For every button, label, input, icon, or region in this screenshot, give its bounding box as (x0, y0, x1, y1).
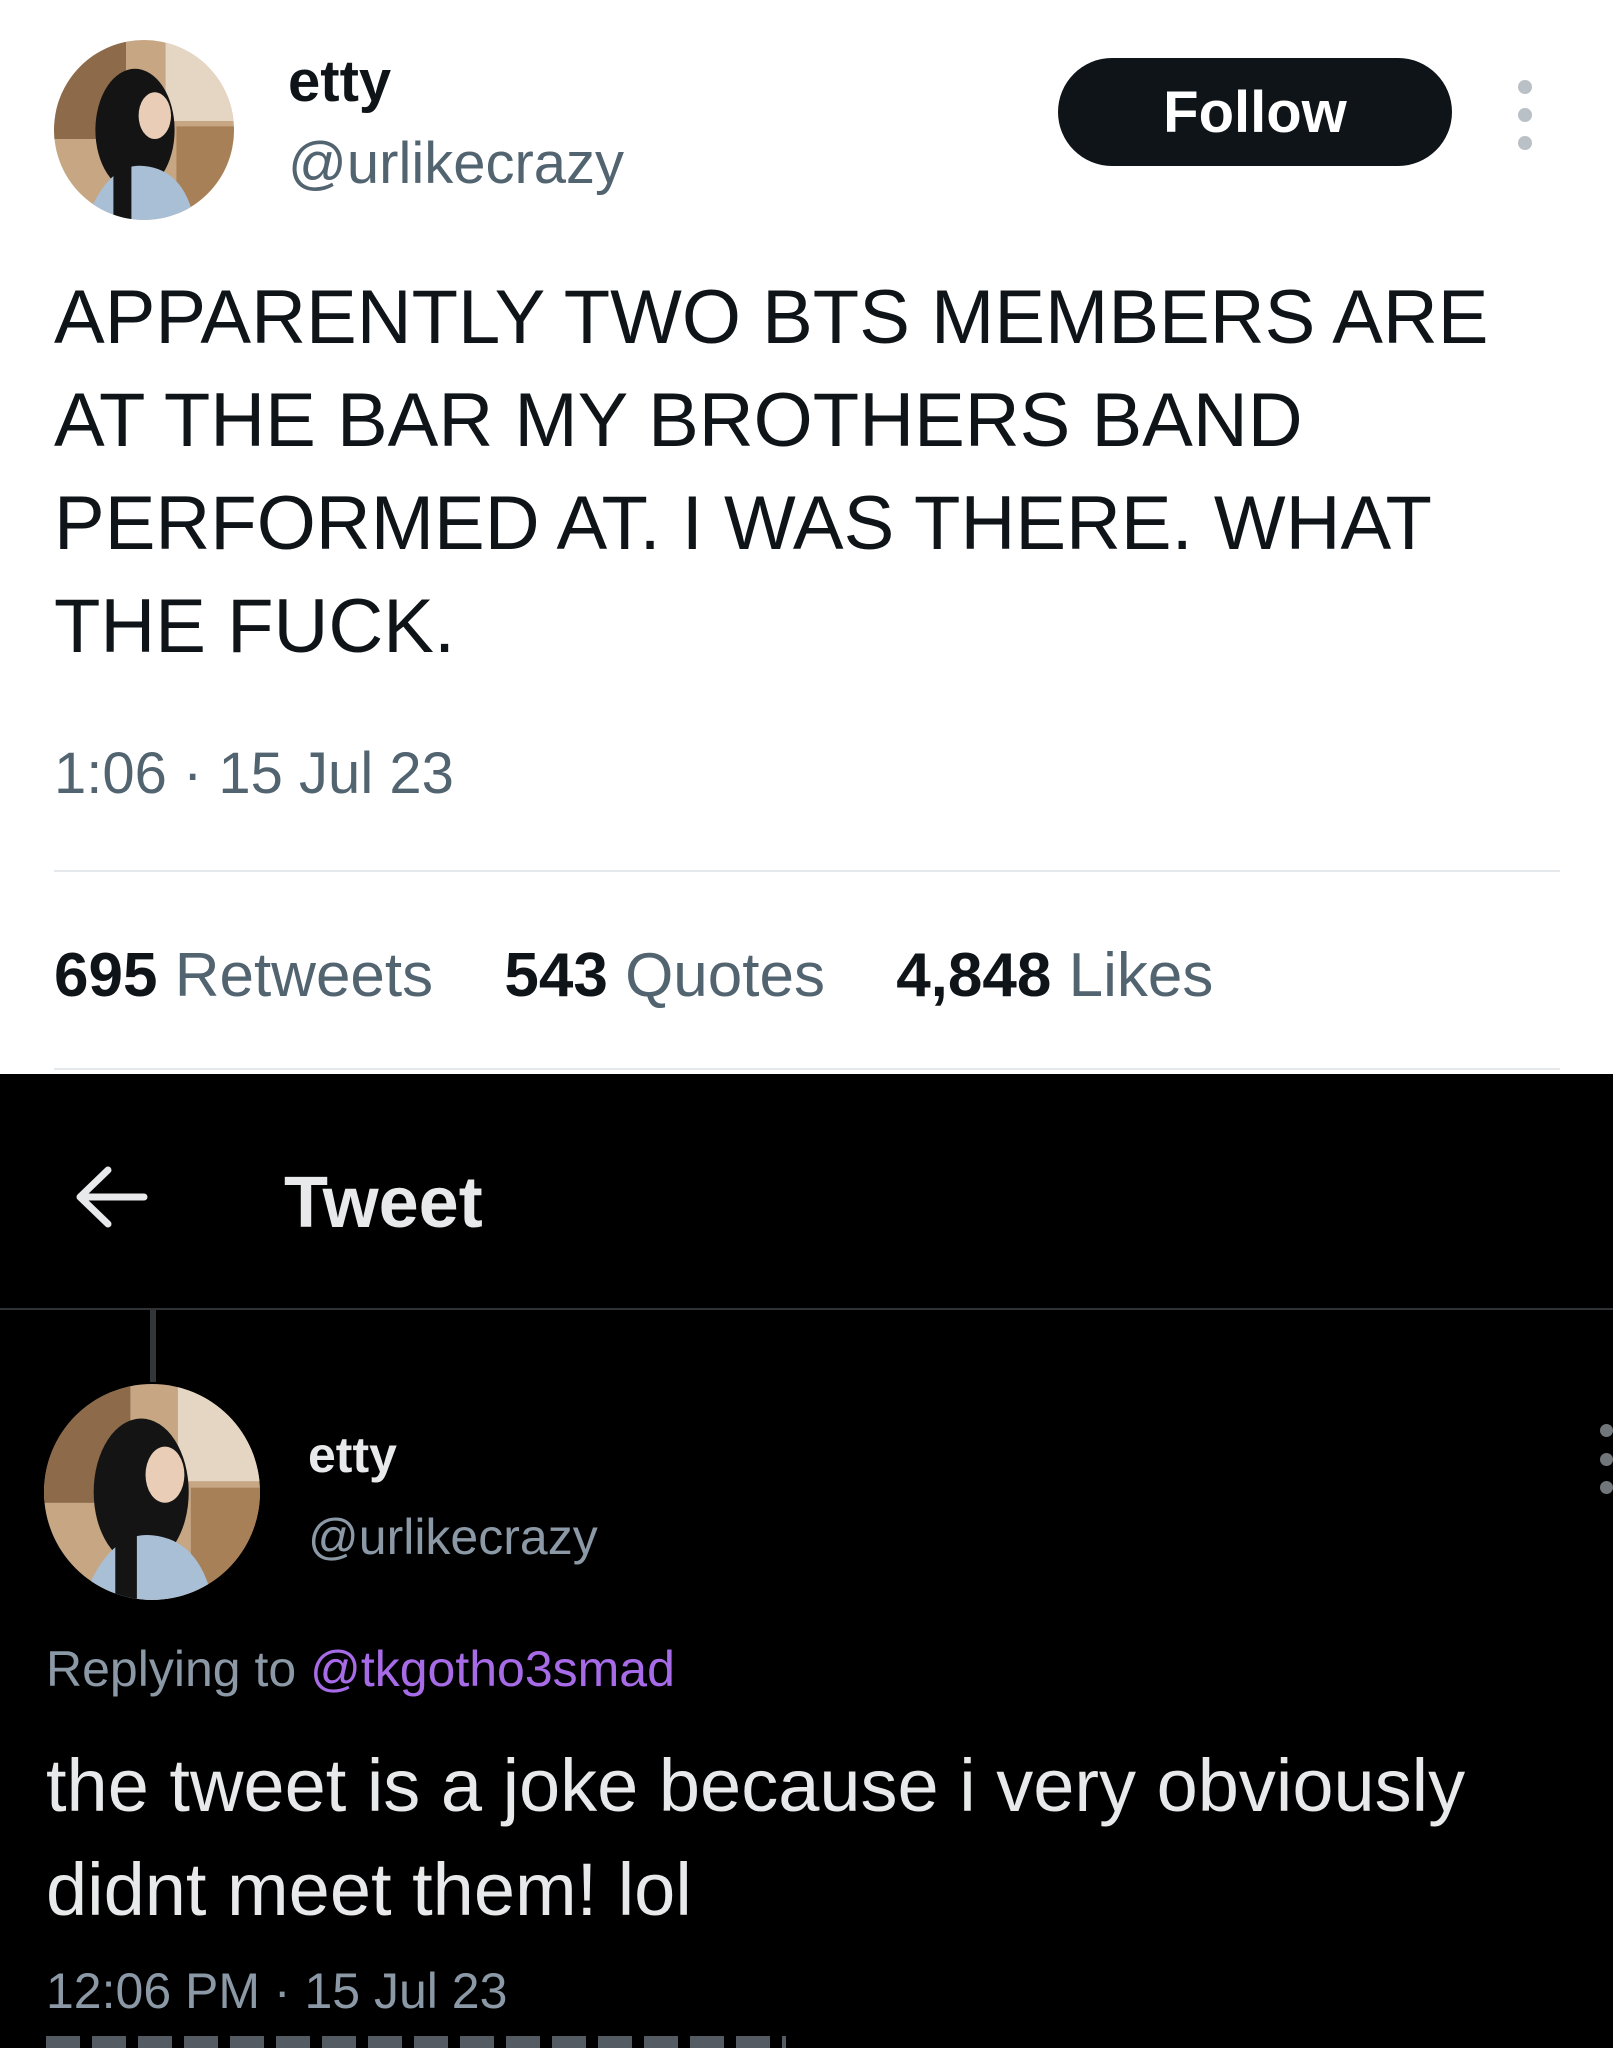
page-title: Tweet (284, 1163, 483, 1243)
divider (54, 1068, 1560, 1070)
more-dot (1600, 1424, 1613, 1437)
likes-stat[interactable]: 4,848 Likes (896, 941, 1213, 1010)
replying-to-label: Replying to (46, 1641, 297, 1697)
author-avatar[interactable] (44, 1384, 260, 1600)
header-divider (0, 1308, 1613, 1310)
more-dot (1600, 1452, 1613, 1466)
tweet-text: APPARENTLY TWO BTS MEMBERS ARE AT THE BA… (54, 275, 1489, 669)
likes-label: Likes (1068, 941, 1214, 1010)
more-dot (1518, 136, 1532, 150)
top-tweet: etty @urlikecrazy Follow APPARENTLY TWO … (0, 0, 1613, 1074)
tweet-text-line: didnt meet them! lol (46, 1848, 692, 1931)
cropped-text-row (46, 2036, 786, 2048)
more-options-icon[interactable] (1505, 80, 1545, 150)
more-options-icon[interactable] (1600, 1424, 1613, 1494)
replying-to: Replying to @tkgotho3smad (46, 1640, 675, 1698)
quotes-label: Quotes (625, 941, 825, 1010)
follow-button[interactable]: Follow (1058, 58, 1452, 166)
reply-tweet: Tweet etty @urlikecrazy Replying to @tkg… (0, 1074, 1613, 2048)
author-name[interactable]: etty (288, 48, 391, 115)
more-dot (1600, 1481, 1613, 1494)
quotes-stat[interactable]: 543 Quotes (504, 941, 825, 1010)
more-dot (1518, 80, 1532, 94)
retweets-count: 695 (54, 941, 158, 1010)
more-dot (1518, 108, 1532, 122)
retweets-label: Retweets (174, 941, 434, 1010)
thread-line (150, 1310, 156, 1382)
tweet-timestamp[interactable]: 1:06 · 15 Jul 23 (54, 740, 454, 807)
tweet-timestamp[interactable]: 12:06 PM · 15 Jul 23 (46, 1962, 507, 2020)
divider (54, 870, 1560, 872)
tweet-stats: 695 Retweets 543 Quotes 4,848 Likes (54, 940, 1267, 1011)
mention-link[interactable]: @tkgotho3smad (310, 1641, 675, 1697)
tweet-text: the tweet is a joke because i very obvio… (46, 1734, 1613, 1942)
author-handle[interactable]: @urlikecrazy (288, 130, 624, 197)
author-avatar[interactable] (54, 40, 234, 220)
retweets-stat[interactable]: 695 Retweets (54, 941, 433, 1010)
tweet-text-line: the tweet is a joke because i very obvio… (46, 1744, 1466, 1827)
quotes-count: 543 (504, 941, 608, 1010)
author-name[interactable]: etty (308, 1426, 397, 1484)
author-handle[interactable]: @urlikecrazy (308, 1508, 598, 1566)
back-arrow-icon[interactable] (72, 1164, 148, 1230)
likes-count: 4,848 (896, 941, 1052, 1010)
